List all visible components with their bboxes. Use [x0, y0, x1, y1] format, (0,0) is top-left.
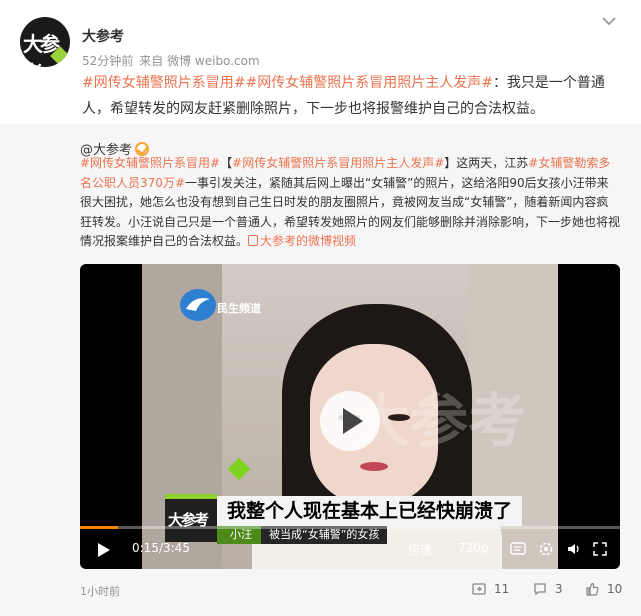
settings-icon[interactable] [538, 541, 554, 557]
topic-link[interactable]: #网传女辅警照片系冒用# [80, 156, 220, 170]
avatar[interactable]: 大参考 [20, 17, 70, 67]
station-logo-icon [180, 289, 216, 321]
repost-count: 11 [494, 582, 510, 596]
station-name: 民生频道 [217, 302, 261, 315]
video-controls: 0:15/3:45 倍速 720p [80, 529, 620, 569]
like-action[interactable]: 10 [585, 582, 622, 596]
repost-time[interactable]: 1小时前 [80, 583, 120, 599]
lips [360, 462, 388, 471]
like-count: 10 [607, 582, 623, 596]
topic-link[interactable]: #网传女辅警照片系冒用# [82, 75, 245, 91]
post-meta: 52分钟前 来自 微博 weibo.com [82, 52, 266, 69]
like-icon [586, 582, 599, 596]
quality-button[interactable]: 720p [458, 541, 489, 555]
chevron-down-icon[interactable] [599, 14, 619, 30]
topic-link[interactable]: #网传女辅警照片系冒用照片主人发声# [245, 75, 492, 91]
topic-link[interactable]: #网传女辅警照片系冒用照片主人发声# [232, 156, 444, 170]
bracket-open: 【 [220, 156, 233, 170]
repost-body: #网传女辅警照片系冒用#【#网传女辅警照片系冒用照片主人发声#】这两天，江苏#女… [80, 154, 620, 252]
speed-button[interactable]: 倍速 [408, 541, 432, 558]
video-link[interactable]: 大参考的微博视频 [248, 234, 356, 248]
post-body: #网传女辅警照片系冒用##网传女辅警照片系冒用照片主人发声#：我只是一个普通人，… [82, 70, 627, 122]
video-link-label[interactable]: 大参考的微博视频 [260, 234, 356, 248]
author-name[interactable]: 大参考 [82, 26, 124, 46]
video-link-icon [248, 235, 259, 246]
comment-action[interactable]: 3 [533, 582, 563, 596]
video-subtitle: 我整个人现在基本上已经快崩溃了 [217, 496, 523, 526]
play-overlay-button[interactable] [320, 391, 380, 451]
post-time[interactable]: 52分钟前 [82, 54, 133, 68]
repost-icon [472, 583, 486, 595]
current-time: 0:15 [132, 541, 159, 555]
video-player[interactable]: 大参考 民生频道 大参考 我整个人现在基本上已经快崩溃了 小汪 被当成“女辅警”… [80, 264, 620, 569]
total-time: 3:45 [163, 541, 190, 555]
time-display: 0:15/3:45 [132, 541, 190, 555]
fullscreen-icon[interactable] [592, 541, 608, 557]
play-icon[interactable] [98, 543, 110, 557]
comment-icon [534, 583, 546, 596]
repost-action[interactable]: 11 [472, 582, 509, 596]
volume-icon[interactable] [566, 541, 582, 557]
comment-count: 3 [555, 582, 563, 596]
danmaku-icon[interactable] [510, 541, 526, 557]
repost-text: 】这两天，江苏 [444, 156, 529, 170]
post-source: 来自 微博 weibo.com [139, 54, 260, 68]
